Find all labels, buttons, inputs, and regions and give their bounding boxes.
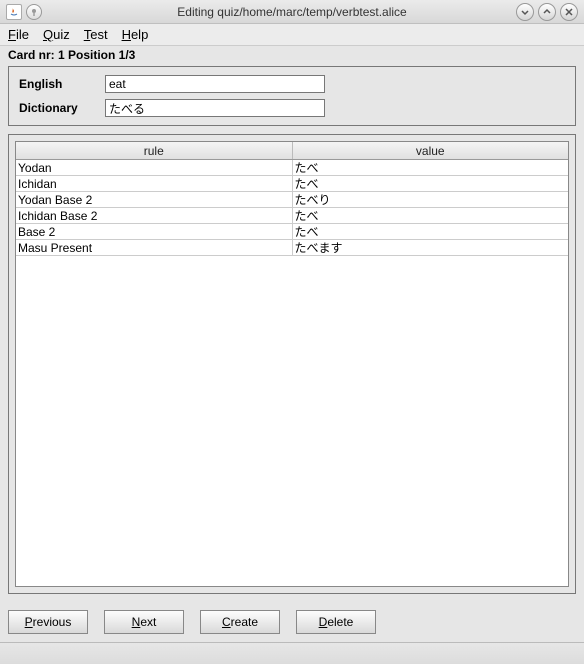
table-row[interactable]: Yodanたべ bbox=[16, 160, 568, 176]
next-button[interactable]: Next bbox=[104, 610, 184, 634]
cell-rule: Ichidan bbox=[16, 176, 293, 191]
cell-rule: Masu Present bbox=[16, 240, 293, 255]
cell-value: たべ bbox=[293, 176, 569, 191]
english-input[interactable] bbox=[105, 75, 325, 93]
footer-bar bbox=[0, 642, 584, 664]
cell-value: たべ bbox=[293, 160, 569, 175]
content-area: English Dictionary rule value YodanたべIch… bbox=[0, 66, 584, 602]
dictionary-label: Dictionary bbox=[19, 101, 97, 115]
card-position-label: Card nr: 1 Position 1/3 bbox=[0, 46, 584, 66]
delete-button[interactable]: Delete bbox=[296, 610, 376, 634]
table-row[interactable]: Yodan Base 2たべり bbox=[16, 192, 568, 208]
pin-icon[interactable] bbox=[26, 4, 42, 20]
table-panel: rule value YodanたべIchidanたべYodan Base 2た… bbox=[8, 134, 576, 594]
close-button[interactable] bbox=[560, 3, 578, 21]
cell-value: たべ bbox=[293, 208, 569, 223]
col-value-header[interactable]: value bbox=[293, 142, 569, 159]
cell-rule: Base 2 bbox=[16, 224, 293, 239]
menu-quiz[interactable]: Quiz bbox=[43, 27, 70, 42]
cell-rule: Yodan Base 2 bbox=[16, 192, 293, 207]
cell-value: たべます bbox=[293, 240, 569, 255]
window-title: Editing quiz/home/marc/temp/verbtest.ali… bbox=[0, 5, 584, 19]
dictionary-input[interactable] bbox=[105, 99, 325, 117]
titlebar: Editing quiz/home/marc/temp/verbtest.ali… bbox=[0, 0, 584, 24]
maximize-button[interactable] bbox=[538, 3, 556, 21]
menu-test[interactable]: Test bbox=[84, 27, 108, 42]
menu-file[interactable]: File bbox=[8, 27, 29, 42]
dictionary-row: Dictionary bbox=[19, 99, 565, 117]
table-row[interactable]: Ichidanたべ bbox=[16, 176, 568, 192]
cell-value: たべ bbox=[293, 224, 569, 239]
app-window: Editing quiz/home/marc/temp/verbtest.ali… bbox=[0, 0, 584, 664]
table-header: rule value bbox=[16, 142, 568, 160]
previous-button[interactable]: Previous bbox=[8, 610, 88, 634]
table-body: YodanたべIchidanたべYodan Base 2たべりIchidan B… bbox=[16, 160, 568, 586]
java-app-icon bbox=[6, 4, 22, 20]
titlebar-left-icons bbox=[6, 4, 42, 20]
cell-value: たべり bbox=[293, 192, 569, 207]
minimize-button[interactable] bbox=[516, 3, 534, 21]
window-controls bbox=[516, 3, 578, 21]
button-row: Previous Next Create Delete bbox=[0, 602, 584, 642]
create-button[interactable]: Create bbox=[200, 610, 280, 634]
cell-rule: Yodan bbox=[16, 160, 293, 175]
menubar: File Quiz Test Help bbox=[0, 24, 584, 46]
menu-help[interactable]: Help bbox=[122, 27, 149, 42]
english-row: English bbox=[19, 75, 565, 93]
table-row[interactable]: Base 2たべ bbox=[16, 224, 568, 240]
table-row[interactable]: Masu Presentたべます bbox=[16, 240, 568, 256]
fields-panel: English Dictionary bbox=[8, 66, 576, 126]
table-row[interactable]: Ichidan Base 2たべ bbox=[16, 208, 568, 224]
col-rule-header[interactable]: rule bbox=[16, 142, 293, 159]
rules-table: rule value YodanたべIchidanたべYodan Base 2た… bbox=[15, 141, 569, 587]
english-label: English bbox=[19, 77, 97, 91]
cell-rule: Ichidan Base 2 bbox=[16, 208, 293, 223]
